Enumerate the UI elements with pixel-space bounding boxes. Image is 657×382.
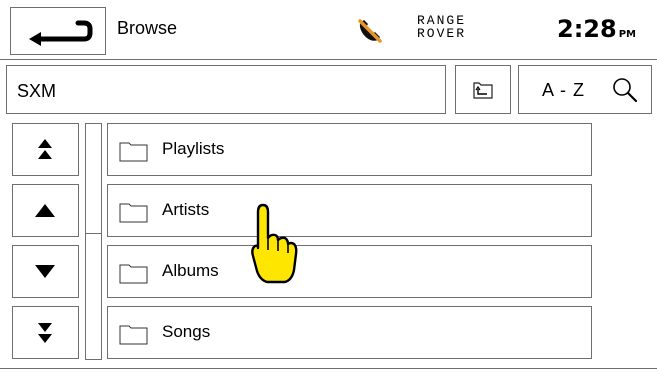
list-item-label: Albums <box>162 261 219 280</box>
sort-label: A - Z <box>542 80 586 100</box>
folder-icon <box>119 325 148 345</box>
back-arrow-icon <box>29 20 93 46</box>
up-level-folder-icon <box>473 82 493 99</box>
list-item-songs[interactable]: Songs <box>107 306 592 359</box>
scrollbar-thumb[interactable] <box>86 124 101 234</box>
list-item-albums[interactable]: Albums <box>107 245 592 298</box>
scroll-up-button[interactable] <box>12 184 79 237</box>
page-up-button[interactable] <box>12 123 79 176</box>
page-title: Browse <box>117 18 178 38</box>
folder-icon <box>119 142 148 162</box>
clock: 2:28 PM <box>557 15 636 43</box>
clock-time: 2:28 <box>557 15 617 43</box>
back-button[interactable] <box>10 7 106 55</box>
folder-icon <box>119 264 148 284</box>
hand-pointer-icon <box>251 203 298 284</box>
list-item-artists[interactable]: Artists <box>107 184 592 237</box>
scrollbar[interactable] <box>85 123 102 360</box>
source-field[interactable]: SXM <box>6 65 446 114</box>
brand-line-2: ROVER <box>417 26 467 41</box>
source-label: SXM <box>17 81 57 101</box>
up-level-button[interactable] <box>455 65 511 114</box>
folder-icon <box>119 203 148 223</box>
phone-disconnected-icon <box>358 19 382 43</box>
bottom-divider <box>0 368 657 369</box>
list-item-playlists[interactable]: Playlists <box>107 123 592 176</box>
list-item-label: Artists <box>162 200 210 219</box>
double-up-arrow-icon <box>38 139 52 159</box>
list-item-label: Playlists <box>162 139 225 158</box>
up-arrow-icon <box>35 204 55 217</box>
page-down-button[interactable] <box>12 306 79 359</box>
header-bar: Browse RANGE ROVER 2:28 PM <box>0 0 657 60</box>
list-item-label: Songs <box>162 322 211 341</box>
down-arrow-icon <box>35 265 55 278</box>
clock-ampm: PM <box>618 29 636 40</box>
sort-search-button[interactable]: A - Z <box>518 65 652 114</box>
search-icon <box>613 78 638 103</box>
scroll-down-button[interactable] <box>12 245 79 298</box>
brand-logo: RANGE ROVER <box>417 14 466 40</box>
double-down-arrow-icon <box>38 323 52 343</box>
